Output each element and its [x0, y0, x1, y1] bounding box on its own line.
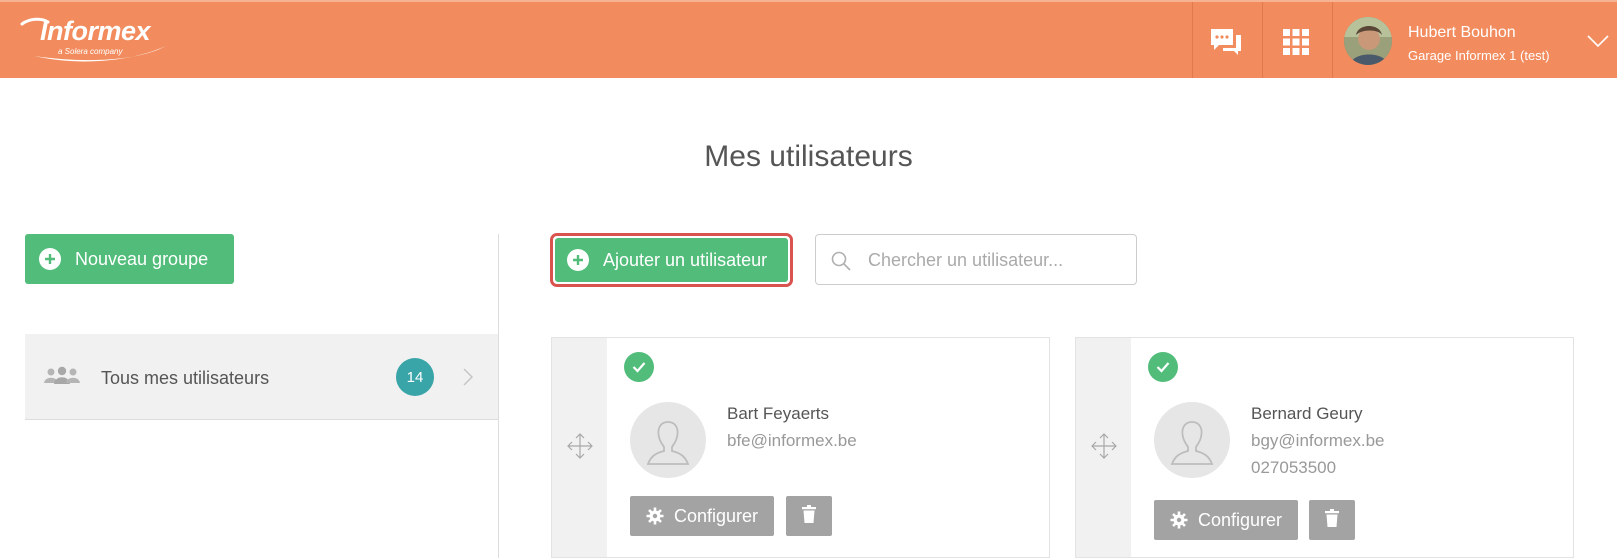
drag-handle[interactable] — [552, 338, 607, 557]
user-search[interactable] — [815, 234, 1137, 285]
gear-icon — [1170, 511, 1188, 529]
user-phone: 027053500 — [1251, 458, 1337, 477]
count-badge: 14 — [396, 358, 434, 396]
add-user-label: Ajouter un utilisateur — [603, 249, 768, 270]
column-divider — [498, 234, 499, 558]
add-user-button[interactable]: Ajouter un utilisateur — [555, 238, 788, 282]
header-separator — [1332, 2, 1333, 78]
plus-circle-icon — [39, 248, 61, 270]
user-name: Bernard Geury — [1251, 404, 1363, 423]
informex-logo[interactable]: Informex a Solera company — [20, 16, 170, 66]
trash-icon — [802, 504, 816, 528]
user-placeholder-avatar — [1154, 402, 1230, 478]
avatar[interactable] — [1344, 17, 1392, 65]
trash-icon — [1325, 508, 1339, 532]
active-check-icon — [1148, 352, 1178, 382]
apps-grid-icon[interactable] — [1278, 24, 1314, 60]
page-title: Mes utilisateurs — [704, 140, 913, 173]
user-placeholder-avatar — [630, 402, 706, 478]
search-input[interactable] — [868, 243, 1128, 277]
add-user-highlight: Ajouter un utilisateur — [550, 233, 793, 287]
logo-text: Informex — [40, 16, 151, 46]
user-name[interactable]: Hubert Bouhon — [1408, 24, 1516, 42]
users-icon — [43, 366, 81, 391]
user-organization[interactable]: Garage Informex 1 (test) — [1408, 48, 1550, 63]
user-card: Bart Feyaerts bfe@informex.be Configurer — [551, 337, 1050, 558]
configure-label: Configurer — [674, 505, 759, 526]
chat-bubbles-icon[interactable] — [1208, 24, 1244, 60]
group-label: Tous mes utilisateurs — [101, 368, 270, 388]
new-group-label: Nouveau groupe — [75, 248, 209, 269]
drag-handle[interactable] — [1076, 338, 1131, 557]
logo-subtext: a Solera company — [58, 47, 123, 56]
search-icon — [830, 250, 852, 277]
top-bar: Informex a Solera company Hubert Bouhon — [0, 0, 1617, 78]
delete-button[interactable] — [1309, 500, 1355, 540]
header-separator — [1262, 2, 1263, 78]
user-email: bfe@informex.be — [727, 431, 857, 450]
header-separator — [1192, 2, 1193, 78]
delete-button[interactable] — [786, 496, 832, 536]
new-group-button[interactable]: Nouveau groupe — [25, 234, 234, 284]
chevron-down-icon[interactable] — [1586, 31, 1610, 51]
user-card: Bernard Geury bgy@informex.be 027053500 … — [1075, 337, 1574, 558]
active-check-icon — [624, 352, 654, 382]
move-arrows-icon — [1091, 433, 1117, 459]
configure-label: Configurer — [1198, 509, 1283, 530]
configure-button[interactable]: Configurer — [1154, 500, 1298, 540]
configure-button[interactable]: Configurer — [630, 496, 774, 536]
move-arrows-icon — [567, 433, 593, 459]
plus-circle-icon — [567, 249, 589, 271]
sidebar-item-all-users[interactable]: Tous mes utilisateurs 14 — [25, 334, 499, 420]
gear-icon — [646, 507, 664, 525]
user-email: bgy@informex.be — [1251, 431, 1385, 450]
chevron-right-icon — [462, 367, 474, 392]
user-name: Bart Feyaerts — [727, 404, 830, 423]
